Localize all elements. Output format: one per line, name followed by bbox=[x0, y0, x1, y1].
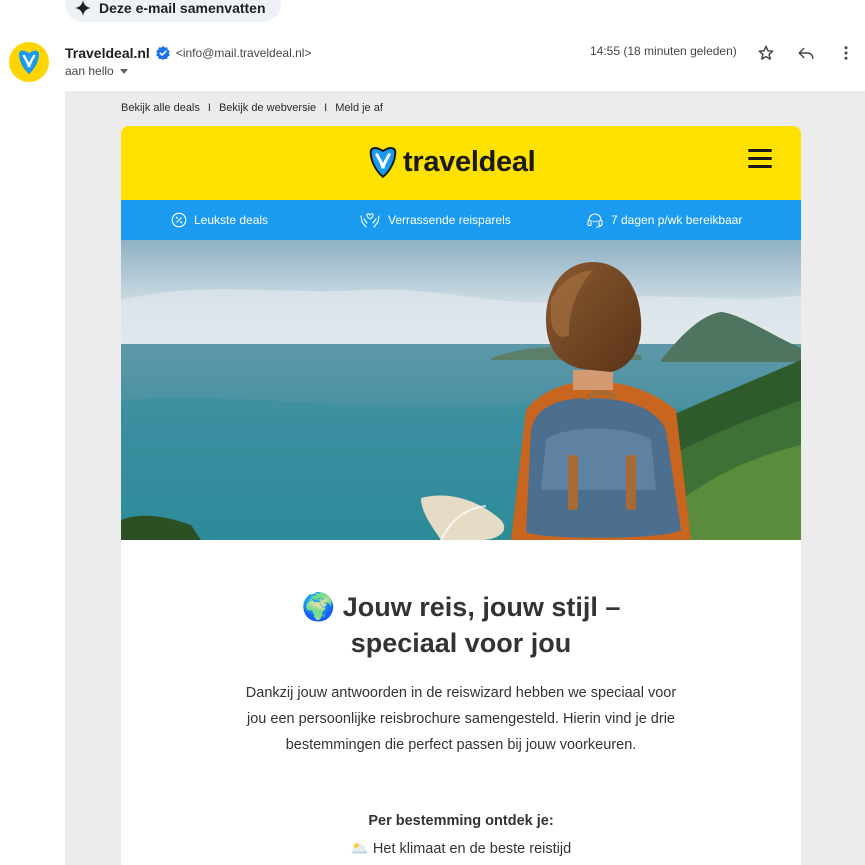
intro-paragraph: Dankzij jouw antwoorden in de reiswizard… bbox=[245, 685, 677, 753]
link-webversion[interactable]: Bekijk de webversie bbox=[219, 102, 316, 114]
headline-line1: Jouw reis, jouw stijl – bbox=[342, 592, 621, 622]
list-item: 🌥️ Het klimaat en de beste reistijd bbox=[121, 840, 801, 857]
reply-icon bbox=[798, 47, 814, 59]
preheader-links: Bekijk alle deals I Bekijk de webversie … bbox=[121, 101, 383, 115]
usp-label: Verrassende reisparels bbox=[388, 213, 511, 227]
sender-email: <info@mail.traveldeal.nl> bbox=[175, 46, 312, 60]
link-all-deals[interactable]: Bekijk alle deals bbox=[121, 102, 200, 114]
sender-name[interactable]: Traveldeal.nl bbox=[65, 45, 150, 61]
more-options-button[interactable] bbox=[835, 42, 857, 64]
summarize-email-button[interactable]: Deze e-mail samenvatten bbox=[65, 0, 281, 22]
hero-illustration bbox=[121, 240, 801, 540]
star-icon bbox=[758, 45, 774, 60]
separator: I bbox=[324, 102, 328, 114]
usp-label: Leukste deals bbox=[194, 213, 269, 227]
recipient-label: aan hello bbox=[65, 64, 114, 78]
usp-item: 7 dagen p/wk bereikbaar bbox=[586, 200, 742, 240]
star-button[interactable] bbox=[755, 42, 777, 64]
link-unsubscribe[interactable]: Meld je af bbox=[335, 102, 383, 114]
usp-bar: Leukste deals Verrassende reisparels 7 d… bbox=[121, 200, 801, 240]
usp-item: Verrassende reisparels bbox=[359, 200, 511, 240]
globe-icon: 🌍 bbox=[301, 592, 336, 622]
traveldeal-logo-icon bbox=[19, 50, 39, 74]
usp-label: 7 dagen p/wk bereikbaar bbox=[611, 213, 743, 227]
verified-badge-icon bbox=[156, 46, 170, 60]
chevron-down-icon bbox=[119, 68, 128, 74]
more-vertical-icon bbox=[844, 46, 848, 60]
recipient-details-toggle[interactable]: aan hello bbox=[65, 64, 128, 78]
traveldeal-logo[interactable]: traveldeal bbox=[367, 144, 536, 180]
brand-header: traveldeal bbox=[121, 126, 801, 200]
discount-badge-icon bbox=[171, 212, 187, 228]
headset-icon bbox=[587, 213, 603, 228]
sparkle-icon bbox=[75, 0, 91, 16]
sun-behind-cloud-icon: 🌥️ bbox=[350, 841, 369, 857]
section-title: Per bestemming ontdek je: bbox=[368, 813, 554, 829]
list-item-text: Het klimaat en de beste reistijd bbox=[372, 841, 572, 857]
hamburger-menu-icon[interactable] bbox=[748, 149, 772, 171]
hands-heart-icon bbox=[360, 213, 380, 228]
sender-line: Traveldeal.nl <info@mail.traveldeal.nl> bbox=[65, 44, 311, 62]
headline: 🌍 Jouw reis, jouw stijl – speciaal voor … bbox=[121, 589, 801, 661]
sender-avatar[interactable] bbox=[9, 42, 49, 82]
timestamp: 14:55 (18 minuten geleden) bbox=[590, 44, 737, 58]
usp-item: Leukste deals bbox=[171, 200, 268, 240]
email-card: traveldeal Leukste deals Verrassende rei… bbox=[121, 126, 801, 865]
hero-image[interactable] bbox=[121, 240, 801, 540]
summarize-label: Deze e-mail samenvatten bbox=[99, 0, 266, 16]
traveldeal-logo-icon bbox=[369, 147, 397, 179]
separator: I bbox=[207, 102, 211, 114]
reply-button[interactable] bbox=[795, 42, 817, 64]
headline-line2: speciaal voor jou bbox=[350, 628, 572, 658]
logo-text: traveldeal bbox=[403, 145, 536, 178]
